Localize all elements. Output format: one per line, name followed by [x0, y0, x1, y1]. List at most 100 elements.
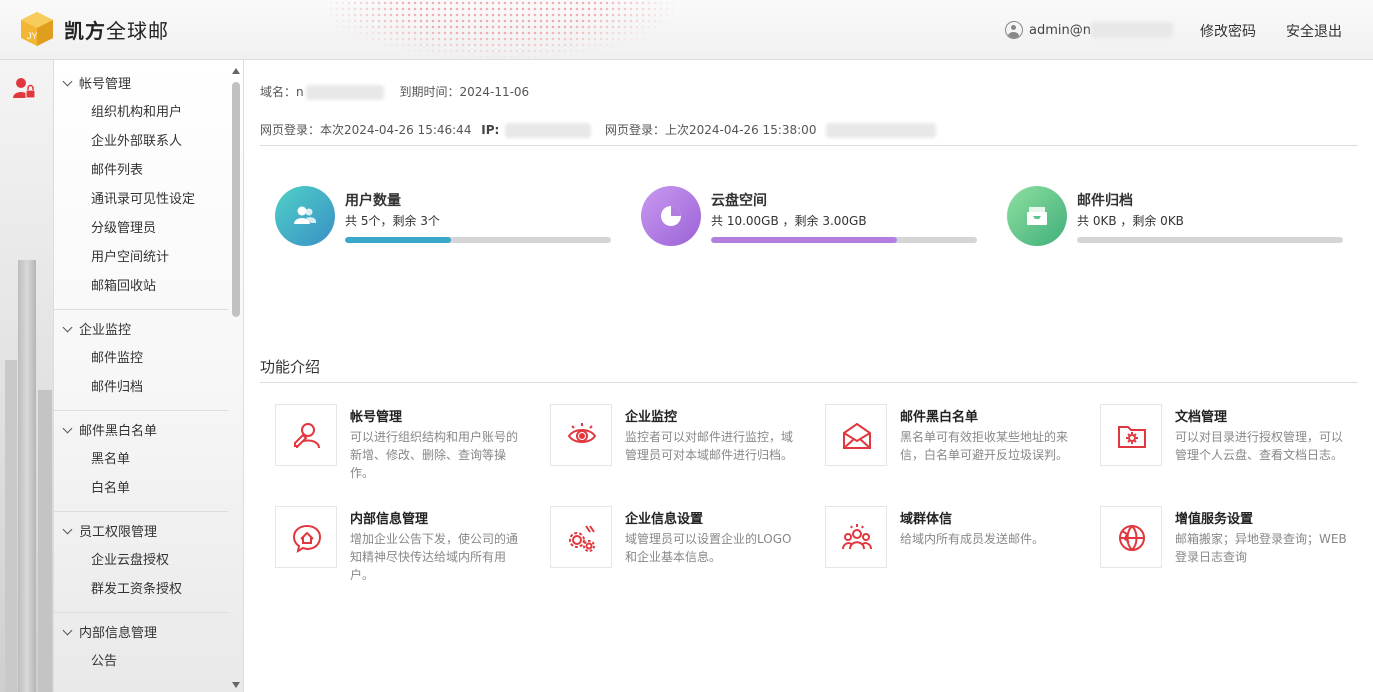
logo-box-icon: JY: [21, 12, 53, 46]
sidebar-group-label: 企业监控: [79, 323, 132, 338]
feature-description: 给域内所有成员发送邮件。: [900, 532, 1045, 546]
feature-card[interactable]: 域群体信给域内所有成员发送邮件。: [825, 506, 1095, 592]
feature-icon-box: [1100, 506, 1162, 568]
sidebar-group-title[interactable]: 企业监控: [54, 318, 230, 344]
feature-card[interactable]: 内部信息管理增加企业公告下发，使公司的通知精神尽快传达给域内所有用户。: [275, 506, 545, 592]
user-avatar-icon: [1005, 21, 1024, 39]
feature-card[interactable]: 邮件黑白名单黑名单可有效拒收某些地址的来信，白名单可避开反垃圾误判。: [825, 404, 1095, 490]
chevron-down-icon: [62, 76, 73, 87]
stat-progress-bar: [1077, 237, 1343, 243]
chevron-down-icon: [62, 423, 73, 434]
feature-icon-box: [825, 404, 887, 466]
feature-card[interactable]: 企业信息设置域管理员可以设置企业的LOGO和企业基本信息。: [550, 506, 820, 592]
feature-description: 域管理员可以设置企业的LOGO和企业基本信息。: [625, 532, 792, 564]
feature-title: 文档管理: [1175, 410, 1228, 425]
scroll-up-arrow-icon[interactable]: [232, 68, 240, 74]
city-background: [18, 260, 36, 692]
group-divider: [54, 309, 228, 310]
sidebar-item[interactable]: 用户空间统计: [54, 243, 230, 272]
feature-icon-box: [825, 506, 887, 568]
sidebar-item[interactable]: 企业外部联系人: [54, 127, 230, 156]
chevron-down-icon: [62, 322, 73, 333]
feature-description: 黑名单可有效拒收某些地址的来信，白名单可避开反垃圾误判。: [900, 430, 1069, 462]
sidebar-item[interactable]: 邮箱回收站: [54, 272, 230, 301]
stat-progress-bar: [345, 237, 611, 243]
sidebar-item[interactable]: 通讯录可见性设定: [54, 185, 230, 214]
sidebar-group-label: 邮件黑白名单: [79, 424, 158, 439]
sidebar-item[interactable]: 企业云盘授权: [54, 546, 230, 575]
feature-title: 帐号管理: [350, 410, 403, 425]
feature-card[interactable]: 企业监控 监控者可以对邮件进行监控，域管理员可对本域邮件进行归档。: [550, 404, 820, 490]
change-password-link[interactable]: 修改密码: [1200, 21, 1256, 41]
stat-card: 用户数量共 5个，剩余 3个: [275, 186, 615, 248]
stat-icon-circle: [1007, 186, 1067, 246]
sidebar-group-label: 员工权限管理: [79, 525, 158, 540]
stat-progress-fill: [345, 237, 452, 243]
sidebar-group-title[interactable]: 内部信息管理: [54, 621, 230, 647]
sidebar-scrollbar[interactable]: [232, 68, 240, 688]
sidebar-item[interactable]: 组织机构和用户: [54, 98, 230, 127]
brand-logo[interactable]: JY 凯方全球邮: [18, 10, 169, 48]
city-background: [38, 390, 52, 692]
feature-title: 增值服务设置: [1175, 512, 1254, 527]
logout-link[interactable]: 安全退出: [1286, 21, 1342, 41]
feature-title: 内部信息管理: [350, 512, 429, 527]
login-current: 网页登录：本次2024-04-26 15:46:44: [260, 123, 472, 137]
user-account[interactable]: admin@n: [1005, 21, 1173, 39]
feature-icon-box: [550, 506, 612, 568]
redacted-ip: [505, 123, 592, 138]
sidebar-group-title[interactable]: 帐号管理: [54, 72, 230, 98]
sidebar-menu: 帐号管理组织机构和用户 企业外部联系人 邮件列表 通讯录可见性设定 分级管理员 用户空间统…: [54, 72, 230, 676]
sidebar-group-label: 内部信息管理: [79, 626, 158, 641]
divider: [260, 145, 1358, 146]
domain-label: 域名：n: [260, 85, 384, 100]
feature-card[interactable]: 帐号管理可以进行组织结构和用户账号的新增、修改、删除、查询等操作。: [275, 404, 545, 490]
feature-title: 企业信息设置: [625, 512, 704, 527]
world-map-decoration: [280, 0, 680, 59]
expire-date: 到期时间：2024-11-06: [399, 85, 530, 99]
stat-card: 邮件归档共 0KB ，剩余 0KB: [1007, 186, 1347, 248]
feature-description: 可以对目录进行授权管理，可以管理个人云盘、查看文档日志。: [1175, 430, 1344, 462]
stat-card: 云盘空间共 10.00GB ，剩余 3.00GB: [641, 186, 981, 248]
feature-icon-box: [550, 404, 612, 466]
feature-card[interactable]: 增值服务设置 邮箱搬家；异地登录查询；WEB登录日志查询: [1100, 506, 1370, 592]
feature-description: 增加企业公告下发，使公司的通知精神尽快传达给域内所有用户。: [350, 532, 519, 582]
chevron-down-icon: [62, 625, 73, 636]
feature-icon-box: [275, 404, 337, 466]
svg-text:JY: JY: [27, 31, 38, 41]
sidebar-item[interactable]: 群发工资条授权: [54, 575, 230, 604]
sidebar-item[interactable]: 邮件监控: [54, 344, 230, 373]
admin-user-icon[interactable]: [12, 76, 36, 100]
sidebar-item[interactable]: 公告: [54, 647, 230, 676]
feature-title: 域群体信: [900, 512, 953, 527]
stat-subtitle: 共 10.00GB ，剩余 3.00GB: [711, 214, 867, 228]
feature-title: 企业监控: [625, 410, 678, 425]
group-divider: [54, 612, 228, 613]
sidebar-item[interactable]: 白名单: [54, 474, 230, 503]
city-background: [5, 360, 17, 692]
sidebar-group-label: 帐号管理: [79, 77, 132, 92]
left-icon-strip: [0, 60, 54, 692]
sidebar-group-title[interactable]: 员工权限管理: [54, 520, 230, 546]
feature-icon-box: [275, 506, 337, 568]
top-header: JY 凯方全球邮 admin@n 修改密码 安全退出: [0, 0, 1373, 60]
stat-progress-fill: [711, 237, 898, 243]
stat-title: 邮件归档: [1077, 193, 1133, 209]
scroll-thumb[interactable]: [232, 82, 240, 317]
sidebar-item[interactable]: 分级管理员: [54, 214, 230, 243]
stat-progress-bar: [711, 237, 977, 243]
feature-card[interactable]: 文档管理可以对目录进行授权管理，可以管理个人云盘、查看文档日志。: [1100, 404, 1370, 490]
login-last: 网页登录：上次2024-04-26 15:38:00: [605, 123, 817, 137]
main-content: 域名：n 到期时间：2024-11-06 网页登录：本次2024-04-26 1…: [245, 60, 1373, 692]
sidebar-item[interactable]: 邮件列表: [54, 156, 230, 185]
feature-title: 邮件黑白名单: [900, 410, 979, 425]
feature-description: 可以进行组织结构和用户账号的新增、修改、删除、查询等操作。: [350, 430, 519, 480]
scroll-down-arrow-icon[interactable]: [232, 682, 240, 688]
sidebar-item[interactable]: 黑名单: [54, 445, 230, 474]
ip-label: IP:: [481, 123, 500, 137]
stat-subtitle: 共 0KB ，剩余 0KB: [1077, 214, 1184, 228]
sidebar-item[interactable]: 邮件归档: [54, 373, 230, 402]
stat-title: 用户数量: [345, 193, 401, 209]
group-divider: [54, 410, 228, 411]
sidebar-group-title[interactable]: 邮件黑白名单: [54, 419, 230, 445]
